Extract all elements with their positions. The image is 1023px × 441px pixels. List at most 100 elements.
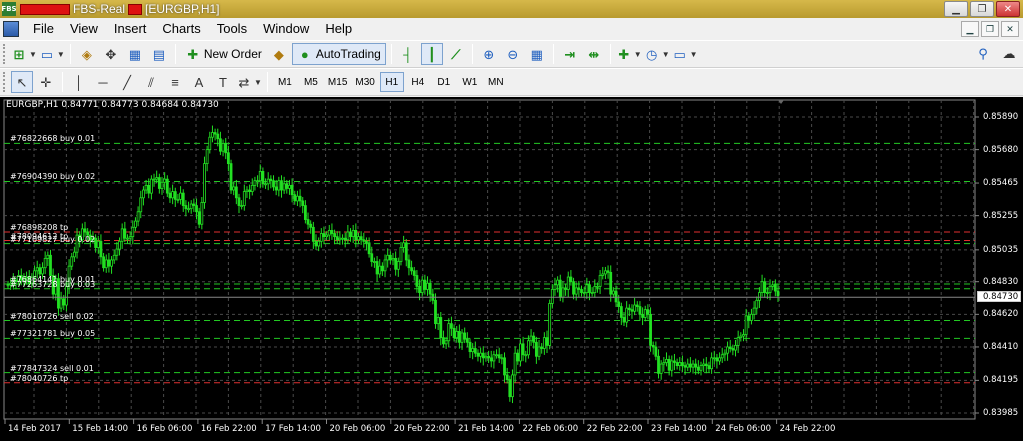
- mdi-close-button[interactable]: ✕: [1001, 21, 1019, 37]
- chart-window[interactable]: EURGBP,H1 0.84771 0.84773 0.84684 0.8473…: [0, 97, 1023, 441]
- profiles-button[interactable]: ▭ ▼: [39, 43, 65, 65]
- new-chart-button[interactable]: ⊞ ▼: [11, 43, 37, 65]
- price-axis-label: 0.84830: [983, 276, 1019, 287]
- arrows-button[interactable]: ⇄ ▼: [236, 71, 262, 93]
- candle: [248, 189, 252, 192]
- market-watch-button[interactable]: ◈: [76, 43, 98, 65]
- candle: [325, 234, 329, 238]
- minimize-button[interactable]: ▁: [944, 1, 968, 17]
- candle: [126, 237, 129, 240]
- toolbar-grip[interactable]: [3, 72, 7, 92]
- timeframe-h4[interactable]: H4: [406, 72, 430, 92]
- candle: [134, 220, 137, 228]
- menu-charts[interactable]: Charts: [154, 19, 208, 39]
- indicators-button[interactable]: ✚ ▼: [616, 43, 641, 65]
- menu-help[interactable]: Help: [317, 19, 360, 39]
- order-label[interactable]: #76904390 buy 0.02: [10, 172, 95, 182]
- fibonacci-button[interactable]: ≡: [164, 71, 186, 93]
- mdi-minimize-button[interactable]: ▁: [961, 21, 979, 37]
- time-axis-label: 14 Feb 2017: [8, 424, 61, 434]
- menu-insert[interactable]: Insert: [106, 19, 155, 39]
- candle: [471, 348, 475, 353]
- vertical-line-button[interactable]: │: [68, 71, 90, 93]
- autoscroll-button[interactable]: ⇥: [559, 43, 581, 65]
- candle: [285, 183, 289, 189]
- timeframe-m1[interactable]: M1: [273, 72, 297, 92]
- candlestick-button[interactable]: ┃: [420, 43, 443, 65]
- order-label[interactable]: #77263728 buy 0.03: [10, 280, 95, 290]
- order-label[interactable]: #78040726 tp: [10, 374, 68, 384]
- timeframe-w1[interactable]: W1: [458, 72, 482, 92]
- candle: [303, 205, 307, 220]
- candle: [184, 205, 188, 210]
- current-price-label: 0.84730: [977, 291, 1021, 303]
- text-label-button[interactable]: T: [212, 71, 234, 93]
- candle: [465, 338, 469, 343]
- chat-icon[interactable]: ☁: [1001, 45, 1017, 61]
- zoom-in-button[interactable]: ⊕: [478, 43, 500, 65]
- menu-window[interactable]: Window: [255, 19, 317, 39]
- navigator-button[interactable]: ✥: [100, 43, 122, 65]
- tile-windows-button[interactable]: ▦: [526, 43, 548, 65]
- restore-button[interactable]: ❐: [970, 1, 994, 17]
- order-label[interactable]: #77321781 buy 0.05: [10, 329, 95, 339]
- new-order-button[interactable]: ✚ New Order: [181, 43, 266, 65]
- channel-icon: ⫽: [148, 74, 154, 90]
- candle: [139, 197, 143, 213]
- chart-shift-button[interactable]: ⇹: [583, 43, 605, 65]
- toolbar-grip[interactable]: [3, 44, 7, 64]
- terminal-button[interactable]: ▤: [148, 43, 170, 65]
- cursor-button[interactable]: ↖: [11, 71, 33, 93]
- candle: [704, 363, 708, 367]
- search-icon[interactable]: ⚲: [975, 45, 991, 61]
- candle: [115, 248, 119, 256]
- order-label[interactable]: #78010726 sell 0.02: [10, 312, 94, 322]
- order-label[interactable]: #77109827 buy 0.02: [10, 235, 95, 245]
- timeframe-m15[interactable]: M15: [325, 72, 350, 92]
- mdi-restore-button[interactable]: ❐: [981, 21, 999, 37]
- menu-view[interactable]: View: [62, 19, 106, 39]
- order-label[interactable]: #77847324 sell 0.01: [10, 364, 94, 374]
- zoom-out-button[interactable]: ⊖: [502, 43, 524, 65]
- chart-canvas[interactable]: [0, 97, 1023, 441]
- candle: [665, 358, 668, 363]
- menu-tools[interactable]: Tools: [209, 19, 255, 39]
- order-label[interactable]: #76822668 buy 0.01: [10, 134, 95, 144]
- crosshair-button[interactable]: ✛: [35, 71, 57, 93]
- candle: [226, 152, 230, 165]
- candle: [394, 257, 398, 270]
- separator: [62, 72, 63, 92]
- candle: [590, 292, 594, 294]
- navigator-icon: ✥: [105, 46, 117, 62]
- horizontal-line-button[interactable]: ─: [92, 71, 114, 93]
- menu-file[interactable]: File: [25, 19, 62, 39]
- chart-window-icon[interactable]: [3, 21, 19, 37]
- data-window-button[interactable]: ▦: [124, 43, 146, 65]
- candle: [163, 178, 167, 183]
- text-button[interactable]: A: [188, 71, 210, 93]
- candle: [659, 363, 663, 374]
- close-button[interactable]: ✕: [996, 1, 1020, 17]
- separator: [609, 44, 611, 64]
- candle: [534, 341, 538, 357]
- timeframe-h1[interactable]: H1: [379, 72, 404, 92]
- timeframe-m30[interactable]: M30: [352, 72, 377, 92]
- timeframe-m5[interactable]: M5: [299, 72, 323, 92]
- timeframe-mn[interactable]: MN: [484, 72, 508, 92]
- bar-chart-button[interactable]: ┤: [397, 43, 419, 65]
- candle: [444, 340, 448, 345]
- trendline-button[interactable]: ╱: [116, 71, 138, 93]
- candle: [455, 331, 459, 339]
- metaeditor-button[interactable]: ◆: [268, 43, 290, 65]
- candle: [426, 282, 429, 290]
- timeframe-d1[interactable]: D1: [432, 72, 456, 92]
- candle: [574, 287, 578, 295]
- candle: [508, 379, 512, 398]
- line-chart-button[interactable]: ⟋: [445, 43, 467, 65]
- candle: [479, 352, 483, 357]
- periods-button[interactable]: ◷ ▼: [644, 43, 670, 65]
- price-axis-label: 0.84410: [983, 341, 1019, 352]
- autotrading-button[interactable]: ● AutoTrading: [291, 43, 386, 65]
- equidistant-channel-button[interactable]: ⫽: [140, 71, 162, 93]
- templates-button[interactable]: ▭ ▼: [672, 43, 697, 65]
